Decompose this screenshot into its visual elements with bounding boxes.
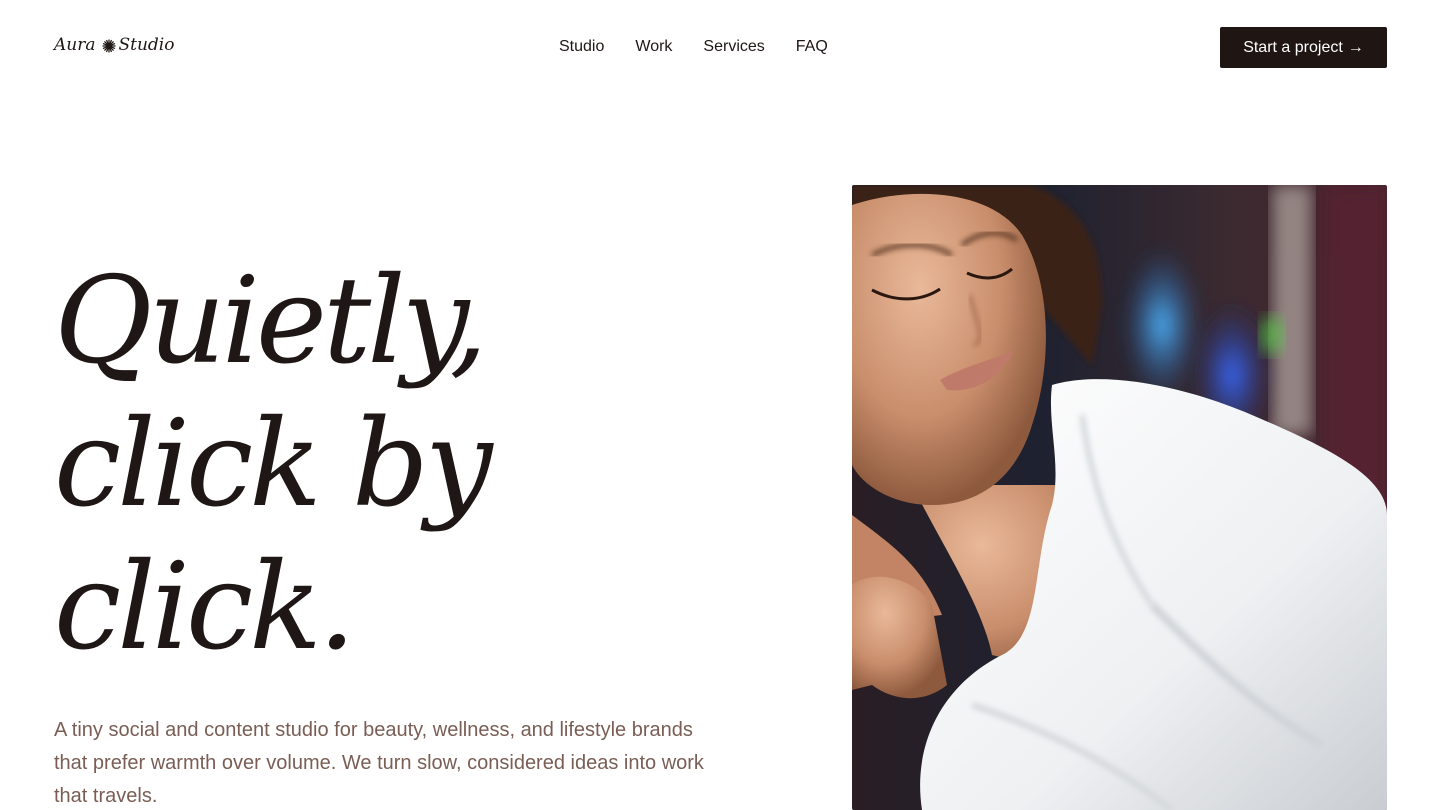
hero-intro: A tiny social and content studio for bea… [54, 719, 704, 807]
hero-headline: Quietly, click by click. [54, 250, 493, 679]
brand-logo[interactable]: Aura Studio [54, 35, 174, 55]
nav-item-studio[interactable]: Studio [559, 37, 604, 57]
start-project-button[interactable]: Start a project → [1220, 27, 1387, 68]
arrow-right-icon: → [1347, 38, 1364, 56]
nav-item-faq[interactable]: FAQ [796, 37, 828, 57]
nav-item-work[interactable]: Work [635, 37, 672, 57]
start-project-label: Start a project [1243, 38, 1343, 56]
headline-line-2: click by [54, 395, 493, 534]
headline-line-3: click. [54, 538, 356, 677]
hero-photo [852, 185, 1387, 810]
site-header: Aura Studio Studio Work Services FAQ Sta… [0, 0, 1440, 96]
brand-name-part2: Studio [118, 35, 175, 55]
headline-line-1: Quietly, [54, 252, 488, 391]
nav-item-services[interactable]: Services [703, 37, 764, 57]
main-nav: Studio Work Services FAQ [559, 37, 859, 57]
brand-name-part1: Aura [54, 35, 96, 55]
sunburst-icon [101, 38, 116, 53]
